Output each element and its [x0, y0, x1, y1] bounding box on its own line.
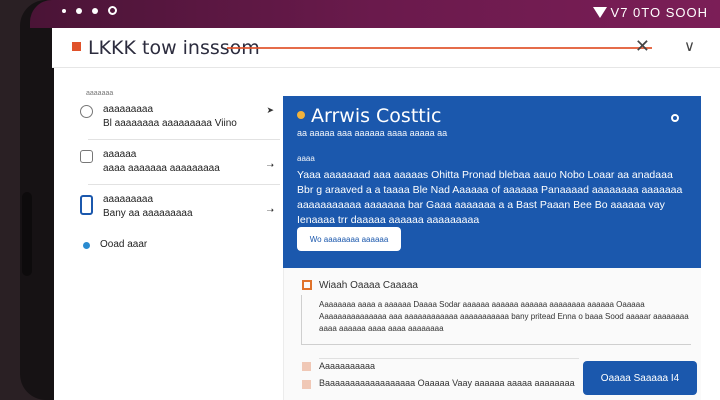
arrow-right-icon: ➝: [266, 160, 274, 170]
divider: [88, 184, 280, 185]
sidebar: aaaaaaa aaaaaaaaa Bl aaaaaaaa aaaaaaaaa …: [80, 90, 280, 252]
sidebar-item-label: aaaaaa aaaa aaaaaaa aaaaaaaaa: [103, 148, 220, 176]
hero-body: Yaaa aaaaaaad aaa aaaaas Ohitta Pronad b…: [297, 169, 683, 226]
sync-icon: [108, 6, 117, 15]
arrow-right-icon: ➝: [266, 205, 274, 215]
hero-subtitle: aa aaaaa aaa aaaaaa aaaa aaaaa aa: [297, 128, 448, 138]
sidebar-item-label: aaaaaaaaa Bany aa aaaaaaaaa: [103, 193, 193, 221]
sidebar-item-line: aaaaaaaaa: [103, 194, 154, 205]
sidebar-item-line: aaaaaaaaa: [103, 104, 154, 115]
row-icon: [302, 380, 311, 389]
sidebar-heading: aaaaaaa: [86, 90, 114, 97]
chevron-right-icon: ➤: [266, 105, 274, 115]
panel-text-box: Aaaaaaaa aaaa a aaaaaa Daaaa Sodar aaaaa…: [301, 295, 691, 345]
panel-title: Wiaah Oaaaa Caaaaa: [319, 280, 418, 291]
sidebar-item-2[interactable]: aaaaaa aaaa aaaaaaa aaaaaaaaa ➝: [80, 148, 280, 176]
tablet-icon: [80, 195, 93, 215]
sidebar-item-4[interactable]: Ooad aaar: [80, 238, 280, 252]
sidebar-item-label: Ooad aaar: [100, 238, 147, 252]
hero-action-button[interactable]: Wo aaaaaaaa aaaaaa: [297, 227, 401, 251]
close-icon[interactable]: ✕: [635, 36, 650, 57]
radio-icon[interactable]: [671, 114, 679, 122]
divider: [319, 358, 579, 359]
notification-icon: [62, 8, 66, 13]
sidebar-item-line: Bl aaaaaaaa aaaaaaaaa Viino: [103, 118, 237, 129]
divider: [88, 139, 280, 140]
divider: [88, 229, 280, 230]
sidebar-item-label: aaaaaaaaa Bl aaaaaaaa aaaaaaaaa Viino: [103, 103, 237, 131]
sidebar-item-1[interactable]: aaaaaaaaa Bl aaaaaaaa aaaaaaaaa Viino ➤: [80, 103, 280, 131]
signal-icon: [592, 7, 607, 18]
row-label: Baaaaaaaaaaaaaaaaaa Oaaaaa Vaay aaaaaa a…: [319, 378, 575, 388]
hero-meta: aaaa: [297, 154, 315, 163]
notification-icon: [92, 7, 98, 14]
sidebar-item-line: aaaaaa: [103, 149, 137, 160]
sidebar-item-line: Ooad aaar: [100, 239, 148, 250]
panel-text: Aaaaaaaa aaaa a aaaaaa Daaaa Sodar aaaaa…: [319, 300, 689, 333]
title-underline: [227, 47, 652, 49]
sidebar-item-line: Bany aa aaaaaaaaa: [103, 208, 193, 219]
status-dot-icon: [297, 111, 305, 119]
app-bar: LKKK tow insssom ✕ ∨: [52, 28, 720, 68]
dot-icon: [83, 242, 90, 249]
primary-action-button[interactable]: Oaaaa Saaaaa I4: [583, 361, 697, 395]
sidebar-item-3[interactable]: aaaaaaaaa Bany aa aaaaaaaaa ➝: [80, 193, 280, 221]
status-bar: V7 0TO SOOH: [30, 0, 720, 28]
notification-icon: [76, 7, 82, 14]
circle-icon: [80, 105, 93, 118]
status-icons-left: [62, 6, 117, 15]
row-label: Aaaaaaaaaaa: [319, 361, 376, 371]
status-text: V7 0TO SOOH: [610, 5, 708, 20]
status-icons-right: V7 0TO SOOH: [592, 5, 708, 20]
document-icon: [80, 150, 93, 163]
app-logo-icon: [72, 42, 81, 51]
hero-title: Arrwis Costtic: [311, 105, 442, 127]
hero-card: Arrwis Costtic aa aaaaa aaa aaaaaa aaaa …: [283, 96, 701, 268]
chevron-down-icon[interactable]: ∨: [684, 37, 695, 55]
device-side-button: [22, 192, 32, 276]
panel-icon: [302, 280, 312, 290]
sidebar-item-line: aaaa aaaaaaa aaaaaaaaa: [103, 163, 220, 174]
row-icon: [302, 362, 311, 371]
